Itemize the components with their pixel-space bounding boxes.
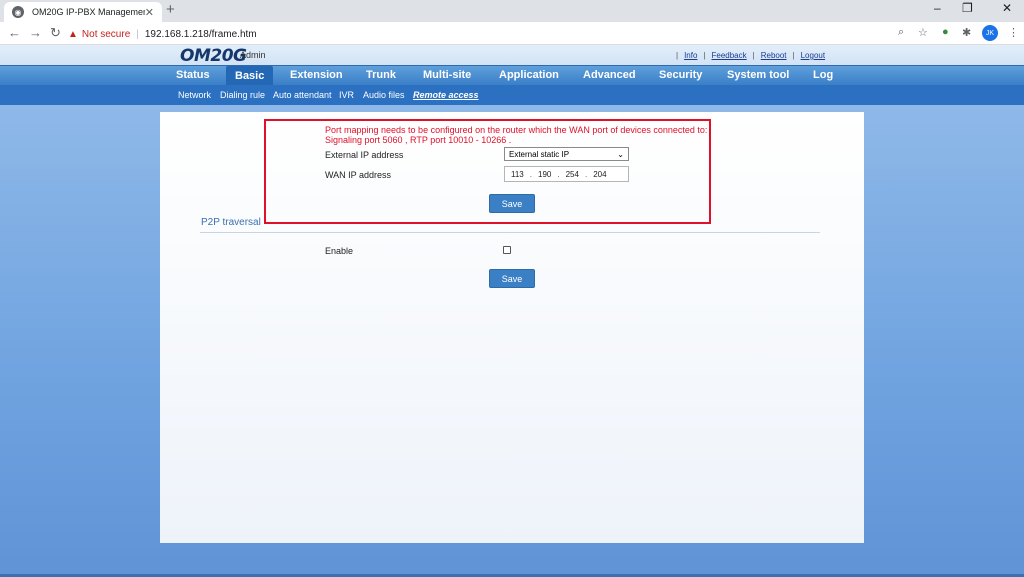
nav-security[interactable]: Security — [659, 69, 702, 81]
external-ip-value: External static IP — [509, 149, 570, 159]
nav-advanced[interactable]: Advanced — [583, 69, 636, 81]
p2p-enable-checkbox[interactable] — [503, 246, 511, 254]
nav-trunk[interactable]: Trunk — [366, 69, 396, 81]
subnav-network[interactable]: Network — [178, 90, 211, 100]
wan-ip-octet-2[interactable]: 190 — [538, 170, 551, 179]
subnav-ivr[interactable]: IVR — [339, 90, 354, 100]
nav-log[interactable]: Log — [813, 69, 833, 81]
new-tab-icon[interactable]: + — [166, 1, 175, 18]
external-ip-label: External IP address — [325, 150, 404, 160]
nav-system-tool[interactable]: System tool — [727, 69, 789, 81]
p2p-enable-label: Enable — [325, 246, 354, 256]
extensions-puzzle-icon[interactable]: ✱ — [962, 26, 971, 39]
reboot-link[interactable]: Reboot — [761, 51, 787, 60]
remote-access-save-button[interactable]: Save — [489, 194, 535, 213]
section-divider — [200, 232, 820, 233]
link-divider: | — [703, 51, 706, 60]
nav-status[interactable]: Status — [176, 69, 210, 81]
subnav-dialing-rule[interactable]: Dialing rule — [220, 90, 265, 100]
wan-ip-octet-1[interactable]: 113 — [511, 170, 524, 179]
restore-icon[interactable]: ❐ — [962, 1, 973, 15]
nav-basic[interactable]: Basic — [226, 66, 274, 86]
header-links: | Info | Feedback | Reboot | Logout — [676, 51, 825, 60]
nav-extension[interactable]: Extension — [290, 69, 343, 81]
link-divider: | — [752, 51, 755, 60]
url-text[interactable]: 192.168.1.218/frame.htm — [145, 29, 257, 40]
feedback-link[interactable]: Feedback — [712, 51, 747, 60]
app-header: OM20G Admin | Info | Feedback | Reboot |… — [0, 45, 1024, 66]
wan-ip-octet-3[interactable]: 254 — [566, 170, 579, 179]
omnibox-divider: | — [136, 28, 139, 40]
tab-close-icon[interactable]: ✕ — [145, 6, 154, 19]
nav-application[interactable]: Application — [499, 69, 559, 81]
product-logo: OM20G — [180, 46, 247, 66]
tab-title: OM20G IP-PBX Management — [32, 7, 145, 17]
ip-dot: . — [557, 169, 560, 179]
chevron-down-icon: ⌄ — [617, 149, 624, 159]
menu-kebab-icon[interactable]: ⋮ — [1008, 26, 1019, 39]
subnav-auto-attendant[interactable]: Auto attendant — [273, 90, 332, 100]
subnav-audio-files[interactable]: Audio files — [363, 90, 405, 100]
ip-dot: . — [584, 169, 588, 179]
address-bar: ← → ↻ ▲ Not secure | 192.168.1.218/frame… — [0, 22, 1024, 45]
user-role: Admin — [240, 50, 266, 60]
sub-nav: Network Dialing rule Auto attendant IVR … — [0, 85, 1024, 105]
warning-icon: ▲ — [68, 28, 78, 40]
port-mapping-notice: Port mapping needs to be configured on t… — [325, 125, 708, 135]
globe-icon: ◉ — [12, 6, 24, 18]
browser-tab[interactable]: ◉ OM20G IP-PBX Management ✕ — [4, 2, 162, 22]
bookmark-star-icon[interactable]: ☆ — [918, 26, 928, 39]
back-icon[interactable]: ← — [8, 25, 21, 40]
link-divider: | — [792, 51, 795, 60]
zoom-icon[interactable]: ⌕ — [898, 26, 904, 39]
profile-avatar[interactable]: JK — [982, 25, 998, 41]
nav-multi-site[interactable]: Multi-site — [423, 69, 471, 81]
link-divider: | — [676, 51, 679, 60]
minimize-icon[interactable]: – — [934, 1, 941, 15]
info-link[interactable]: Info — [684, 51, 697, 60]
wan-ip-label: WAN IP address — [325, 170, 392, 180]
forward-icon[interactable]: → — [29, 25, 42, 40]
p2p-save-button[interactable]: Save — [489, 269, 535, 288]
browser-tab-strip: ◉ OM20G IP-PBX Management ✕ + – ❐ ✕ — [0, 0, 1024, 22]
ip-dot: . — [529, 169, 532, 179]
logout-link[interactable]: Logout — [801, 51, 825, 60]
p2p-section-title: P2P traversal — [201, 217, 261, 228]
port-numbers-notice: Signaling port 5060 , RTP port 10010 - 1… — [325, 135, 512, 145]
window-close-icon[interactable]: ✕ — [1002, 1, 1012, 15]
external-ip-select[interactable]: External static IP ⌄ — [504, 147, 629, 161]
security-label[interactable]: Not secure — [82, 29, 130, 40]
wan-ip-input[interactable]: 113 . 190 . 254 . 204 — [504, 166, 629, 182]
subnav-remote-access[interactable]: Remote access — [413, 90, 479, 100]
extension-globe-icon[interactable]: ● — [942, 26, 949, 38]
main-nav: Status Basic Extension Trunk Multi-site … — [0, 65, 1024, 86]
omnibox[interactable]: ▲ Not secure | 192.168.1.218/frame.htm — [68, 25, 882, 43]
reload-icon[interactable]: ↻ — [50, 25, 61, 41]
wan-ip-octet-4[interactable]: 204 — [593, 170, 606, 179]
